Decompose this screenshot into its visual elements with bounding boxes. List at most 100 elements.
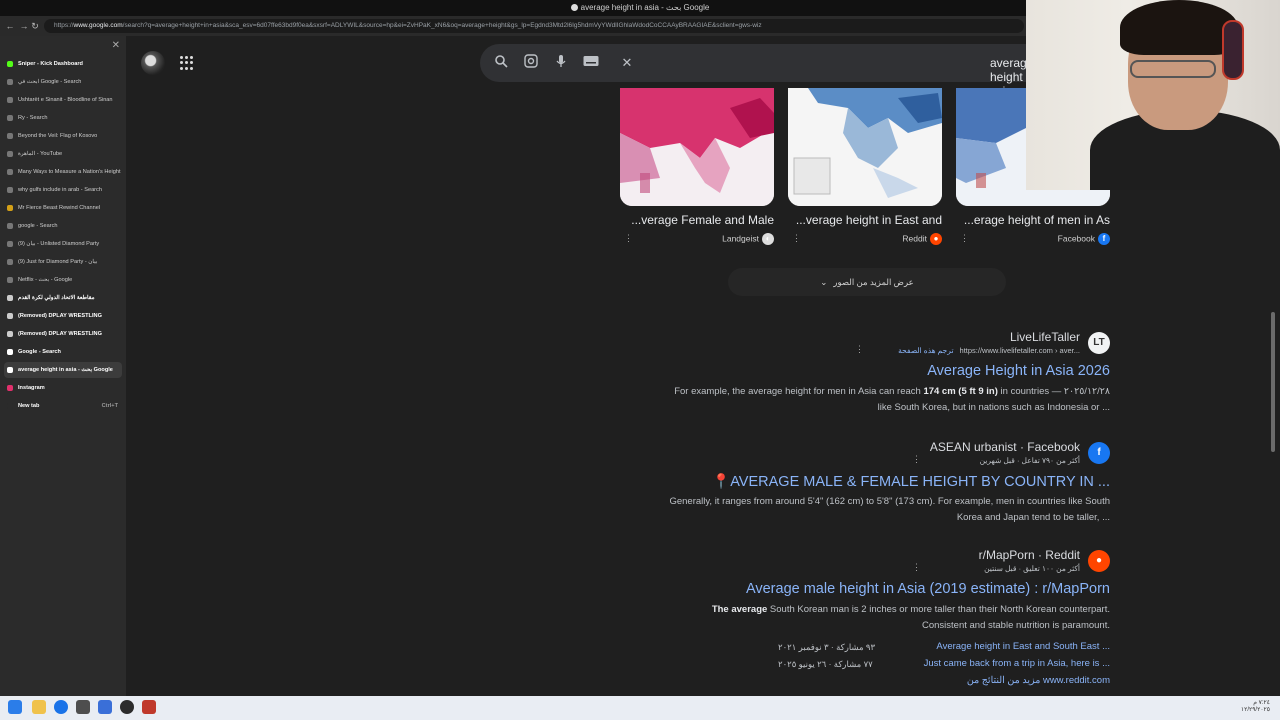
sidebar-tab[interactable]: (Removed) DPLAY WRESTLING	[4, 326, 122, 342]
sidebar-tab-label: (Removed) DPLAY WRESTLING	[18, 331, 102, 337]
image-caption[interactable]: ...verage height in East and	[796, 213, 942, 227]
sidebar-tab[interactable]: average height in asia - بحث Google	[4, 362, 122, 378]
sidebar-tab-label: (9) Just for Diamond Party - بيان	[18, 259, 98, 265]
tab-favicon-icon	[7, 97, 13, 103]
sidebar-tab-label: الماهرة - YouTube	[18, 151, 63, 157]
sidebar-tab-label: New tab	[18, 403, 40, 409]
image-result-1[interactable]	[620, 88, 774, 206]
tab-favicon-icon	[7, 115, 13, 121]
lens-icon[interactable]	[522, 54, 540, 72]
image-caption[interactable]: ...erage height of men in As	[964, 213, 1110, 227]
sidebar-tab[interactable]: ابحث في Google - Search	[4, 74, 122, 90]
sidebar-tab[interactable]: Netflix - بحث - Google	[4, 272, 122, 288]
more-results-link[interactable]: مزيد من النتائج من www.reddit.com	[967, 675, 1110, 686]
tab-favicon-icon	[7, 169, 13, 175]
sidebar-tab-label: Beyond the Veil: Flag of Kosovo	[18, 133, 98, 139]
collapse-sidebar-icon[interactable]: ✕	[112, 40, 120, 51]
result-url[interactable]: أكثر من ١٠٠ تعليق · قبل سنتين	[984, 564, 1080, 573]
source-favicon-icon: f	[1098, 233, 1110, 245]
google-favicon-icon	[570, 4, 578, 12]
search-bar[interactable]: ✕ average height in asia	[480, 44, 1040, 98]
reload-icon[interactable]: ↻	[29, 20, 41, 32]
new-tab-shortcut: Ctrl+T	[101, 403, 118, 409]
sidebar-tab[interactable]: New tab Ctrl+T	[4, 398, 122, 414]
translate-link[interactable]: ترجم هذه الصفحة	[898, 346, 953, 355]
site-favicon-icon: LT	[1088, 332, 1110, 354]
sidebar-tab[interactable]: (9) Just for Diamond Party - بيان	[4, 254, 122, 270]
result-site-name[interactable]: r/MapPorn · Reddit	[979, 548, 1080, 562]
snippet-text: For example, the average height for men …	[674, 386, 924, 397]
sitelink[interactable]: Average height in East and South East ..…	[936, 641, 1110, 652]
keyboard-icon[interactable]	[582, 54, 600, 72]
sidebar-tab[interactable]: why gulfs include in arab - Search	[4, 182, 122, 198]
sidebar-tab[interactable]: Ushtarët e Sinanit - Bloodline of Sinan	[4, 92, 122, 108]
more-options-icon[interactable]: ⋮	[792, 233, 801, 244]
image-caption[interactable]: ...verage Female and Male	[631, 213, 774, 227]
result-snippet: Generally, it ranges from around 5'4" (1…	[669, 496, 1110, 507]
start-icon[interactable]	[8, 700, 22, 714]
image-source[interactable]: Landgeist ◐	[722, 233, 774, 245]
page-scrollbar[interactable]	[1271, 312, 1275, 452]
file-explorer-icon[interactable]	[32, 700, 46, 714]
app-icon[interactable]	[142, 700, 156, 714]
sidebar-tab[interactable]: google - Search	[4, 218, 122, 234]
result-snippet: like South Korea, but in nations such as…	[877, 402, 1110, 413]
sidebar-tab[interactable]: Instagram	[4, 380, 122, 396]
more-options-icon[interactable]: ⋮	[624, 233, 633, 244]
sidebar-tab[interactable]: (Removed) DPLAY WRESTLING	[4, 308, 122, 324]
more-options-icon[interactable]: ⋮	[960, 233, 969, 244]
result-title-link[interactable]: Average Height in Asia 2026	[927, 363, 1110, 379]
search-icon[interactable]	[492, 54, 510, 72]
tab-favicon-icon	[7, 133, 13, 139]
snippet-text: in countries — ٢٠٢٥/١٢/٢٨	[997, 386, 1110, 397]
chrome-icon[interactable]	[54, 700, 68, 714]
sidebar-tab-label: Ry - Search	[18, 115, 48, 121]
result-site-name[interactable]: ASEAN urbanist · Facebook	[930, 440, 1080, 454]
image-source-name: Reddit	[902, 233, 927, 244]
chevron-down-icon: ⌄	[820, 277, 828, 287]
app-icon[interactable]	[76, 700, 90, 714]
clear-search-icon[interactable]: ✕	[618, 54, 636, 72]
google-apps-icon[interactable]	[180, 56, 194, 70]
sitelink-meta: ٧٧ مشاركة · ٢٦ يونيو ٢٠٢٥	[778, 659, 873, 669]
image-source[interactable]: Facebook f	[1058, 233, 1110, 245]
result-snippet: The average South Korean man is 2 inches…	[712, 604, 1110, 615]
sidebar-tab[interactable]: Mr Fierce Beast Rewind Channel	[4, 200, 122, 216]
sidebar-tab[interactable]: Sniper - Kick Dashboard	[4, 56, 122, 72]
snippet-highlight: The average	[711, 604, 768, 615]
sidebar-tab[interactable]: Ry - Search	[4, 110, 122, 126]
sidebar-tab[interactable]: مقاطعة الاتحاد الدولي لكرة القدم	[4, 290, 122, 306]
image-source[interactable]: Reddit ●	[902, 233, 942, 245]
sidebar-tab-label: Many Ways to Measure a Nation's Height	[18, 169, 121, 175]
image-source-name: Facebook	[1057, 233, 1095, 244]
url-bar[interactable]: https://www.google.com/search?q=average+…	[44, 19, 1024, 33]
result-title-link[interactable]: 📍AVERAGE MALE & FEMALE HEIGHT BY COUNTRY…	[712, 473, 1110, 490]
sidebar-tab[interactable]: Google - Search	[4, 344, 122, 360]
snippet-text: Generally, it ranges from around 5'4" (1…	[669, 496, 1110, 507]
more-options-icon[interactable]: ⋮	[855, 344, 864, 355]
result-site-name[interactable]: LiveLifeTaller	[1010, 330, 1080, 344]
more-options-icon[interactable]: ⋮	[912, 562, 921, 573]
result-url[interactable]: ترجم هذه الصفحة https://www.livelifetalle…	[898, 346, 1080, 355]
tab-favicon-icon	[7, 205, 13, 211]
sidebar-tab-label: Google - Search	[18, 349, 61, 355]
image-result-2[interactable]	[788, 88, 942, 206]
app-icon[interactable]	[98, 700, 112, 714]
more-options-icon[interactable]: ⋮	[912, 454, 921, 465]
result-url[interactable]: أكثر من ٧٩٠ تفاعل · قبل شهرين	[980, 456, 1080, 465]
sidebar-tab-label: Mr Fierce Beast Rewind Channel	[18, 205, 101, 211]
result-title-link[interactable]: Average male height in Asia (2019 estima…	[746, 581, 1110, 597]
webcam-person-glasses	[1130, 60, 1216, 78]
steam-icon[interactable]	[120, 700, 134, 714]
microphone-icon[interactable]	[552, 54, 570, 72]
sidebar-tab[interactable]: الماهرة - YouTube	[4, 146, 122, 162]
more-images-button[interactable]: ⌄ عرض المزيد من الصور	[728, 268, 1006, 296]
sidebar-tab[interactable]: Many Ways to Measure a Nation's Height	[4, 164, 122, 180]
back-icon[interactable]: ←	[4, 20, 16, 32]
tab-favicon-icon	[7, 385, 13, 391]
avatar[interactable]	[141, 51, 165, 75]
sidebar-tab[interactable]: Beyond the Veil: Flag of Kosovo	[4, 128, 122, 144]
sidebar-tab[interactable]: (9) بيان - Unlisted Diamond Party	[4, 236, 122, 252]
tab-favicon-icon	[7, 61, 13, 67]
sitelink[interactable]: Just came back from a trip in Asia, here…	[924, 658, 1110, 669]
